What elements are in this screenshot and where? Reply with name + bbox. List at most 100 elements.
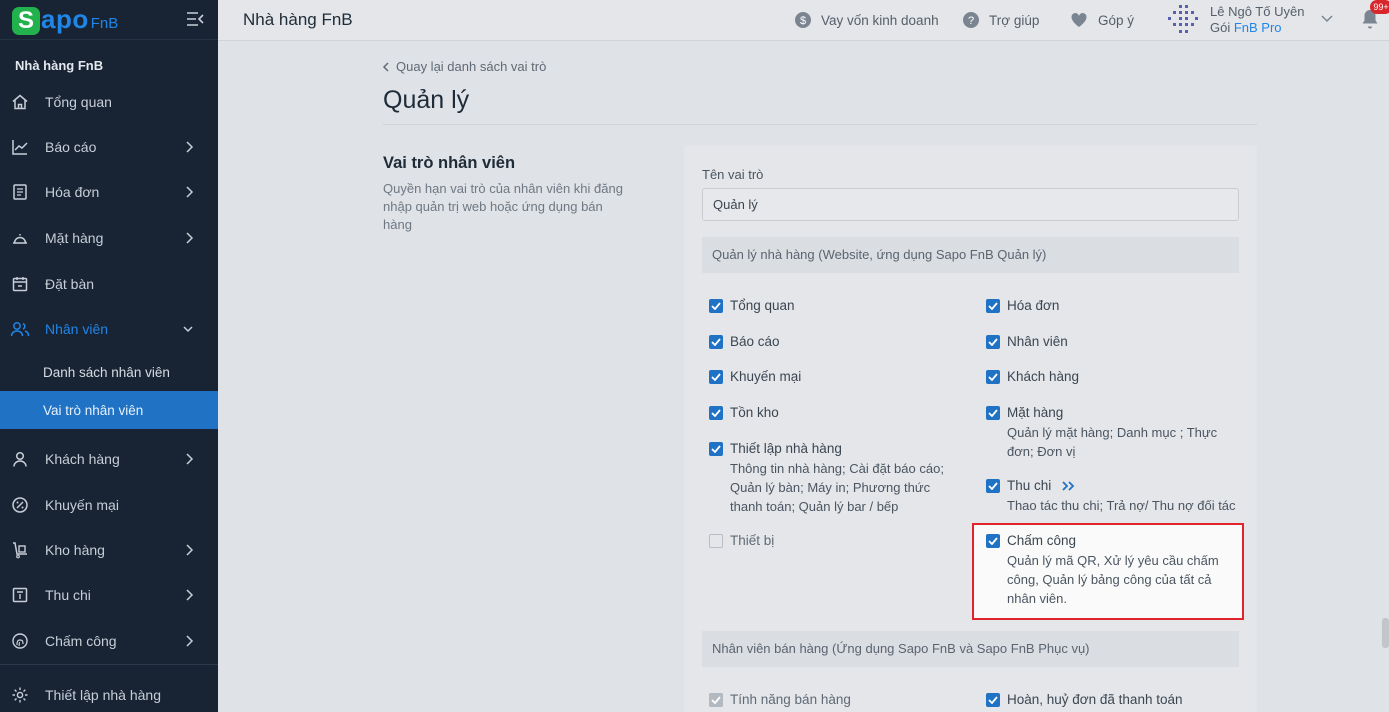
chevron-right-icon	[186, 232, 194, 244]
chevron-down-icon[interactable]	[1321, 14, 1333, 24]
section-title: Vai trò nhân viên	[383, 154, 516, 172]
calendar-icon	[10, 274, 30, 294]
sidebar-item-label: Báo cáo	[45, 139, 97, 155]
perm-thiet-bi[interactable]: Thiết bị	[709, 532, 774, 550]
perm-hoan-huy-don[interactable]: Hoàn, huỷ đơn đã thanh toán	[986, 691, 1183, 709]
checkbox-checked[interactable]	[709, 442, 723, 456]
sidebar-item-label: Khuyến mại	[45, 497, 119, 513]
perm-label: Chấm công	[1007, 533, 1077, 548]
perm-description-line: Thao tác thu chi; Trả nợ/ Thu nợ đối tác	[1007, 498, 1236, 513]
user-menu[interactable]: Lê Ngô Tố Uyên Gói FnB Pro	[1166, 0, 1304, 40]
perm-label: Hóa đơn	[1007, 298, 1060, 313]
perm-label: Tổng quan	[730, 298, 795, 313]
heart-icon	[1071, 13, 1087, 27]
plan-name: FnB Pro	[1233, 20, 1282, 35]
sidebar-item-tong-quan[interactable]: Tổng quan	[0, 82, 218, 122]
checkbox-checked[interactable]	[986, 534, 1000, 548]
sidebar-item-bao-cao[interactable]: Báo cáo	[0, 127, 218, 167]
sidebar-subitem-vai-tro-nhan-vien[interactable]: Vai trò nhân viên	[0, 391, 218, 429]
back-link[interactable]: Quay lại danh sách vai trò	[382, 59, 546, 74]
perm-description-line: công, Quản lý bảng công của tất cả	[1007, 572, 1212, 587]
checkbox-checked[interactable]	[986, 370, 1000, 384]
perm-description-line: Quản lý bàn; Máy in; Phương thức	[730, 480, 931, 495]
role-name-input[interactable]	[702, 188, 1239, 221]
perm-hoa-don[interactable]: Hóa đơn	[986, 297, 1059, 315]
perm-cham-cong[interactable]: Chấm công Quản lý mã QR, Xử lý yêu cầu c…	[986, 532, 1219, 608]
group-header-nhan-vien-ban-hang: Nhân viên bán hàng (Ứng dụng Sapo FnB và…	[702, 631, 1239, 667]
sidebar-item-cham-cong[interactable]: Chấm công	[0, 621, 218, 661]
checkbox-unchecked[interactable]	[709, 534, 723, 548]
perm-thu-chi[interactable]: Thu chi Thao tác thu chi; Trả nợ/ Thu nợ…	[986, 477, 1236, 515]
loan-label: Vay vốn kinh doanh	[821, 12, 939, 28]
receipt-icon	[10, 182, 30, 202]
sidebar-item-thiet-lap[interactable]: Thiết lập nhà hàng	[0, 675, 218, 712]
sidebar-item-kho-hang[interactable]: Kho hàng	[0, 530, 218, 570]
checkbox-checked[interactable]	[986, 335, 1000, 349]
perm-khach-hang[interactable]: Khách hàng	[986, 368, 1079, 386]
checkbox-checked[interactable]	[709, 370, 723, 384]
help-link[interactable]: ? Trợ giúp	[962, 0, 1039, 40]
user-name: Lê Ngô Tố Uyên	[1210, 4, 1305, 19]
checkbox-checked[interactable]	[709, 335, 723, 349]
sidebar-item-thu-chi[interactable]: Thu chi	[0, 575, 218, 615]
sidebar-item-hoa-don[interactable]: Hóa đơn	[0, 172, 218, 212]
loan-link[interactable]: $ Vay vốn kinh doanh	[794, 0, 939, 40]
double-chevron-right-icon[interactable]	[1061, 480, 1075, 492]
title-divider	[383, 124, 1257, 125]
sidebar-item-khuyen-mai[interactable]: Khuyến mại	[0, 485, 218, 525]
home-icon	[10, 92, 30, 112]
perm-tong-quan[interactable]: Tổng quan	[709, 297, 795, 315]
hand-truck-icon	[10, 540, 30, 560]
fingerprint-icon	[10, 631, 30, 651]
collapse-menu-icon[interactable]	[186, 11, 204, 27]
sidebar-item-label: Thu chi	[45, 587, 91, 603]
help-label: Trợ giúp	[989, 12, 1040, 28]
checkbox-checked[interactable]	[986, 299, 1000, 313]
sidebar-item-label: Kho hàng	[45, 542, 105, 558]
sidebar-subitem-danh-sach-nhan-vien[interactable]: Danh sách nhân viên	[0, 353, 218, 391]
sidebar-item-label: Đặt bàn	[45, 276, 95, 292]
perm-label: Thiết lập nhà hàng	[730, 441, 842, 456]
question-icon: ?	[963, 12, 979, 28]
users-icon	[10, 319, 30, 339]
perm-label: Khuyến mại	[730, 369, 802, 384]
dollar-coin-icon: $	[795, 12, 811, 28]
scrollbar-thumb[interactable]	[1382, 618, 1389, 648]
checkbox-checked[interactable]	[986, 693, 1000, 707]
perm-nhan-vien[interactable]: Nhân viên	[986, 333, 1068, 351]
logo-s: S	[12, 7, 40, 35]
sidebar-item-mat-hang[interactable]: Mặt hàng	[0, 218, 218, 258]
perm-label: Hoàn, huỷ đơn đã thanh toán	[1007, 692, 1183, 707]
perm-mat-hang[interactable]: Mặt hàng Quản lý mặt hàng; Danh mục ; Th…	[986, 404, 1217, 461]
feedback-link[interactable]: Góp ý	[1069, 0, 1134, 40]
perm-ton-kho[interactable]: Tồn kho	[709, 404, 779, 422]
checkbox-checked[interactable]	[986, 406, 1000, 420]
perm-description-line: Quản lý mặt hàng; Danh mục ; Thực	[1007, 425, 1218, 440]
gear-icon	[10, 685, 30, 705]
sidebar-item-khach-hang[interactable]: Khách hàng	[0, 439, 218, 479]
sidebar-item-nhan-vien[interactable]: Nhân viên	[0, 309, 218, 349]
perm-label: Báo cáo	[730, 334, 780, 349]
perm-khuyen-mai[interactable]: Khuyến mại	[709, 368, 801, 386]
perm-thiet-lap-nha-hang[interactable]: Thiết lập nhà hàng Thông tin nhà hàng; C…	[709, 440, 944, 516]
sapo-fnb-logo[interactable]: S apo FnB	[12, 4, 118, 35]
perm-label-text: Thu chi	[1007, 478, 1052, 493]
checkbox-checked[interactable]	[986, 479, 1000, 493]
perm-label: Tồn kho	[730, 405, 779, 420]
chevron-right-icon	[186, 589, 194, 601]
plan-prefix: Gói	[1210, 20, 1234, 35]
perm-bao-cao[interactable]: Báo cáo	[709, 333, 780, 351]
discount-badge-icon	[10, 495, 30, 515]
checkbox-checked[interactable]	[709, 299, 723, 313]
sidebar-item-label: Khách hàng	[45, 451, 120, 467]
logo-fnb: FnB	[90, 15, 119, 32]
cash-box-icon	[10, 585, 30, 605]
sidebar-item-dat-ban[interactable]: Đặt bàn	[0, 264, 218, 304]
topbar: Nhà hàng FnB $ Vay vốn kinh doanh ? Trợ …	[218, 0, 1389, 41]
checkbox-checked[interactable]	[709, 406, 723, 420]
topbar-title: Nhà hàng FnB	[243, 10, 353, 29]
perm-description-line: đơn; Đơn vị	[1007, 444, 1076, 459]
chevron-left-icon	[382, 61, 389, 72]
store-name: Nhà hàng FnB	[15, 58, 104, 73]
svg-text:$: $	[800, 15, 806, 27]
